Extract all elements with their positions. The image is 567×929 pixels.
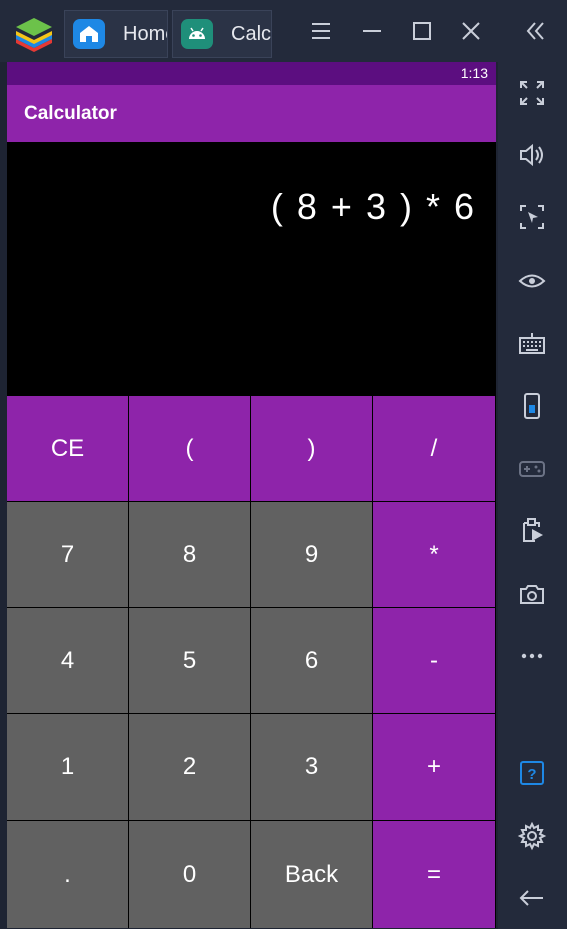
- key-equals[interactable]: =: [373, 821, 495, 928]
- minimize-icon[interactable]: [355, 14, 389, 48]
- key-8[interactable]: 8: [129, 502, 250, 607]
- status-bar: 1:13: [7, 62, 496, 85]
- gamepad-icon[interactable]: [515, 451, 549, 485]
- app-bar: Calculator: [7, 85, 496, 142]
- tab-home-label: Home: [123, 23, 167, 45]
- emulator-title-bar: Home Calculator: [0, 0, 567, 62]
- app-title: Calculator: [24, 103, 117, 124]
- more-icon[interactable]: [515, 639, 549, 673]
- expression-text: ( 8 + 3 ) * 6: [270, 186, 476, 227]
- key-3[interactable]: 3: [251, 714, 372, 820]
- back-icon[interactable]: [515, 881, 549, 915]
- tab-calculator[interactable]: Calculator: [172, 10, 272, 58]
- key-6[interactable]: 6: [251, 608, 372, 713]
- device-icon[interactable]: [515, 389, 549, 423]
- keyboard-icon[interactable]: [515, 327, 549, 361]
- help-icon[interactable]: ?: [515, 756, 549, 790]
- home-icon: [73, 19, 105, 49]
- android-icon: [181, 19, 213, 49]
- status-time: 1:13: [460, 65, 488, 81]
- eye-icon[interactable]: [515, 264, 549, 298]
- key-plus[interactable]: +: [373, 714, 495, 820]
- settings-icon[interactable]: [515, 819, 549, 853]
- key-0[interactable]: 0: [129, 821, 250, 928]
- tab-calculator-label: Calculator: [231, 23, 272, 45]
- key-2[interactable]: 2: [129, 714, 250, 820]
- key-multiply[interactable]: *: [373, 502, 495, 607]
- key-7[interactable]: 7: [7, 502, 128, 607]
- key-decimal[interactable]: .: [7, 821, 128, 928]
- collapse-sidebar-icon[interactable]: [518, 14, 552, 48]
- close-icon[interactable]: [454, 14, 488, 48]
- key-minus[interactable]: -: [373, 608, 495, 713]
- keypad: CE()/ 7 8 9 * 4 5 6- 1 2 3 +. 0 Back =: [7, 396, 496, 928]
- tab-home[interactable]: Home: [64, 10, 168, 58]
- svg-text:?: ?: [527, 766, 536, 783]
- key-divide[interactable]: /: [373, 396, 495, 501]
- camera-icon[interactable]: [515, 577, 549, 611]
- key-clear-entry[interactable]: CE: [7, 396, 128, 501]
- emulator-sidebar: ?: [498, 62, 567, 929]
- bluestacks-logo-icon[interactable]: [14, 16, 54, 52]
- install-apk-icon[interactable]: [515, 513, 549, 547]
- key-open-paren[interactable]: (: [129, 396, 250, 501]
- key-close-paren[interactable]: ): [251, 396, 372, 501]
- menu-icon[interactable]: [304, 14, 338, 48]
- screenshot-region-icon[interactable]: [515, 200, 549, 234]
- key-4[interactable]: 4: [7, 608, 128, 713]
- key-9[interactable]: 9: [251, 502, 372, 607]
- key-backspace[interactable]: Back: [251, 821, 372, 928]
- fullscreen-icon[interactable]: [515, 76, 549, 110]
- calculator-display: ( 8 + 3 ) * 6: [7, 142, 496, 396]
- android-screen: 1:13 Calculator ( 8 + 3 ) * 6 CE()/ 7 8 9 * 4…: [7, 62, 496, 928]
- key-5[interactable]: 5: [129, 608, 250, 713]
- maximize-icon[interactable]: [405, 14, 439, 48]
- volume-icon[interactable]: [515, 138, 549, 172]
- key-1[interactable]: 1: [7, 714, 128, 820]
